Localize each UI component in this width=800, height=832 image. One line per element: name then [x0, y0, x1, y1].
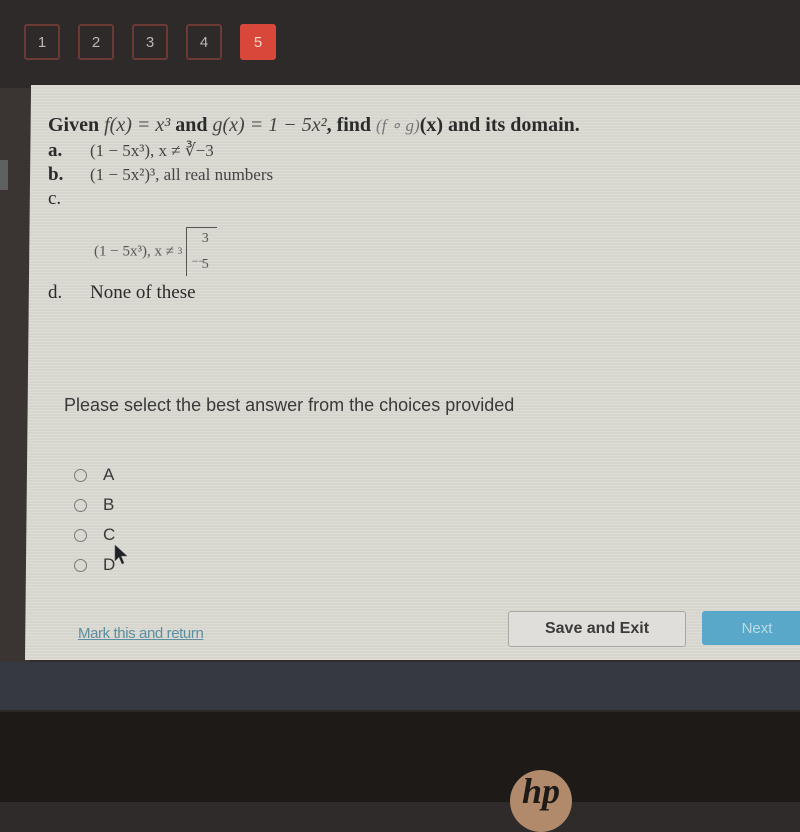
option-label: B: [103, 495, 115, 514]
footer-bar: Mark this and return Save and Exit Next: [30, 605, 800, 655]
stem-g: g(x) = 1 − 5x²: [212, 114, 327, 136]
cube-root-fraction: 3 3 −− 5: [178, 227, 218, 277]
question-4-button[interactable]: 4: [186, 24, 222, 60]
laptop-base: [0, 710, 800, 802]
choice-expr: None of these: [90, 282, 196, 303]
stem-and: and: [170, 114, 213, 136]
stem-f: f(x) = x³: [104, 114, 171, 136]
choice-c: c. (1 − 5x³), x ≠ 3 3 −− 5: [48, 187, 608, 281]
choice-expr: (1 − 5x³), x ≠ 3 3 −− 5: [94, 227, 218, 277]
monitor-bezel: [0, 662, 800, 710]
sidebar-handle: [0, 160, 8, 190]
cursor-arrow-icon: [114, 544, 128, 565]
fraction-numerator: 3: [201, 231, 209, 246]
next-button[interactable]: Next: [702, 611, 800, 645]
root-index: 3: [177, 246, 183, 256]
question-content: Given f(x) = x³ and g(x) = 1 − 5x², find…: [48, 112, 608, 305]
choice-letter: c.: [48, 188, 62, 209]
choice-a: a. (1 − 5x³), x ≠ ∛−3: [48, 139, 608, 163]
hp-logo-icon: hp: [510, 770, 572, 832]
choice-letter: b.: [48, 164, 64, 185]
choice-expr: (1 − 5x²)³, all real numbers: [90, 165, 274, 184]
top-bar: 1 2 3 4 5: [0, 0, 800, 88]
stem-fog: (f ∘ g): [376, 116, 420, 135]
choice-letter: d.: [48, 282, 63, 303]
question-3-button[interactable]: 3: [132, 24, 168, 60]
option-a[interactable]: A: [74, 460, 115, 490]
question-1-button[interactable]: 1: [24, 24, 60, 60]
stem-end: and its domain.: [443, 114, 580, 136]
question-2-button[interactable]: 2: [78, 24, 114, 60]
choice-c-base: (1 − 5x³), x ≠: [94, 243, 174, 260]
option-label: C: [103, 525, 116, 544]
choice-expr: (1 − 5x³), x ≠ ∛−3: [90, 141, 214, 160]
option-d[interactable]: D: [74, 550, 115, 580]
answer-options: A B C D: [74, 460, 115, 580]
radio-button[interactable]: [74, 558, 87, 572]
option-label: A: [103, 465, 115, 484]
option-c[interactable]: C: [74, 520, 115, 550]
radio-button[interactable]: [74, 498, 87, 512]
fraction-denominator: 5: [201, 257, 209, 272]
radio-button[interactable]: [74, 528, 87, 542]
choice-b: b. (1 − 5x²)³, all real numbers: [48, 163, 608, 187]
question-stem: Given f(x) = x³ and g(x) = 1 − 5x², find…: [48, 112, 608, 139]
stem-find: , find: [326, 114, 377, 136]
radio-button[interactable]: [74, 468, 87, 482]
stem-given: Given: [48, 114, 105, 136]
save-and-exit-button[interactable]: Save and Exit: [508, 611, 686, 647]
choice-d: d. None of these: [48, 281, 608, 305]
mark-and-return-link[interactable]: Mark this and return: [78, 625, 204, 642]
choice-letter: a.: [48, 140, 63, 161]
stem-x: (x): [419, 114, 444, 136]
question-navigation: 1 2 3 4 5: [24, 24, 276, 60]
question-5-button[interactable]: 5: [240, 24, 276, 60]
instruction-text: Please select the best answer from the c…: [64, 395, 515, 415]
option-b[interactable]: B: [74, 490, 115, 520]
